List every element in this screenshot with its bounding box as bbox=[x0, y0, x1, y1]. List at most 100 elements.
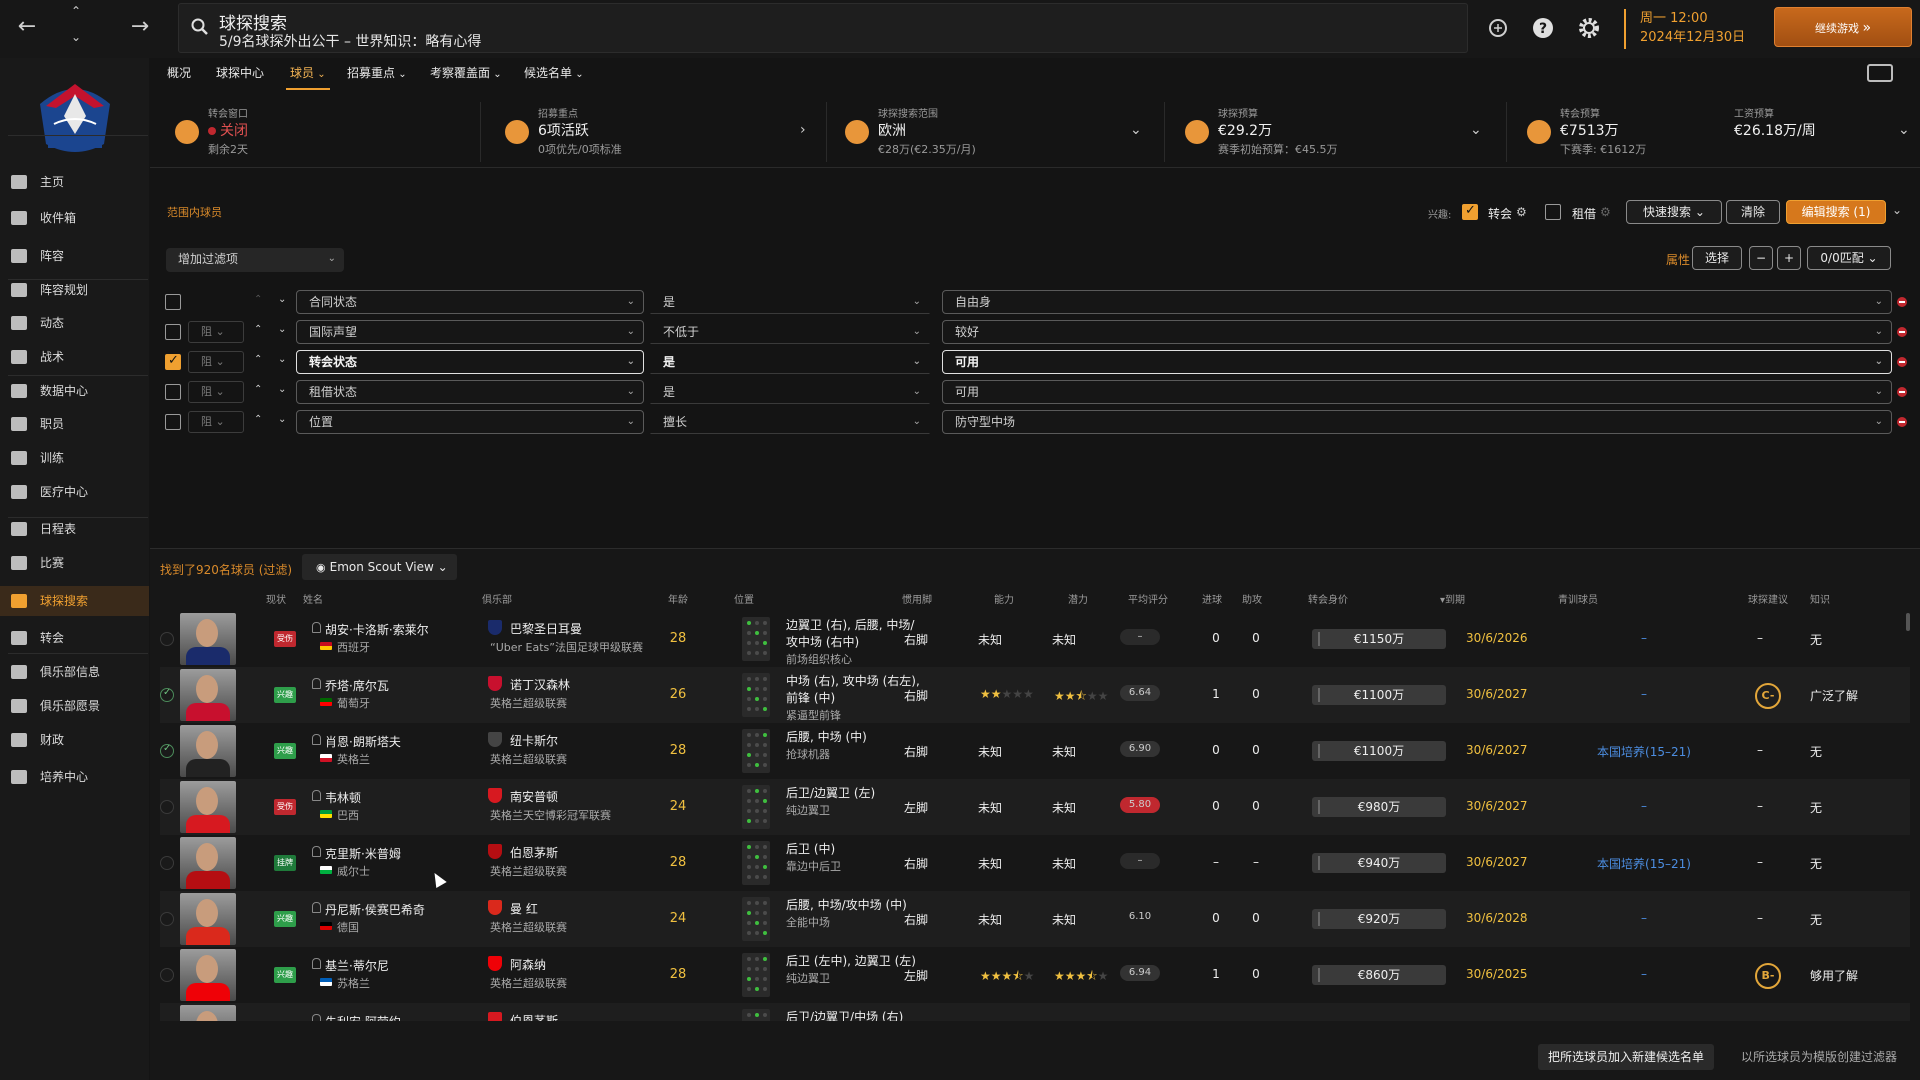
recruitment-focus-card[interactable]: 招募重点 6项活跃 0项优先/0项标准 › bbox=[490, 96, 820, 168]
move-down-icon[interactable]: ⌄ bbox=[278, 414, 286, 425]
add-filter-dropdown[interactable]: 增加过滤项 ⌄ bbox=[166, 248, 344, 272]
col-position[interactable]: 位置 bbox=[734, 591, 754, 606]
remove-filter-icon[interactable] bbox=[1897, 357, 1907, 367]
row-select-checkbox[interactable] bbox=[160, 743, 174, 758]
loan-interest-checkbox[interactable] bbox=[1545, 204, 1561, 220]
filter-field-dropdown[interactable]: 转会状态 ⌄ bbox=[296, 350, 644, 374]
sidebar-item-inbox[interactable]: 收件箱 bbox=[0, 203, 149, 233]
tab-recruitment-focus[interactable]: 招募重点 ⌄ bbox=[347, 64, 407, 86]
add-to-new-shortlist-button[interactable]: 把所选球员加入新建候选名单 bbox=[1538, 1044, 1714, 1070]
filter-field-dropdown[interactable]: 国际声望 ⌄ bbox=[296, 320, 644, 344]
filter-operator-dropdown[interactable]: 擅长 ⌄ bbox=[650, 410, 930, 434]
player-name[interactable]: 胡安·卡洛斯·索莱尔 bbox=[325, 621, 429, 638]
choose-attributes-button[interactable]: 选择 bbox=[1692, 246, 1742, 270]
col-assists[interactable]: 助攻 bbox=[1242, 591, 1262, 606]
move-up-icon[interactable]: ⌃ bbox=[254, 384, 262, 395]
scout-recommendation-badge[interactable]: C- bbox=[1755, 683, 1781, 709]
title-search-bar[interactable]: 球探搜索 5/9名球探外出公干 – 世界知识：略有心得 bbox=[178, 3, 1468, 53]
player-club[interactable]: 伯恩茅斯 bbox=[510, 1012, 558, 1021]
col-name[interactable]: 姓名 bbox=[303, 591, 323, 606]
sidebar-item-home[interactable]: 主页 bbox=[0, 167, 149, 197]
player-club[interactable]: 伯恩茅斯 bbox=[510, 844, 558, 861]
filter-operator-dropdown[interactable]: 不低于 ⌄ bbox=[650, 320, 930, 344]
filter-value-dropdown[interactable]: 可用 ⌄ bbox=[942, 350, 1892, 374]
remove-filter-icon[interactable] bbox=[1897, 297, 1907, 307]
view-selector[interactable]: ◉ Emon Scout View ⌄ bbox=[302, 554, 457, 580]
transfer-budget-card[interactable]: 转会预算 €7513万 下赛季: €1612万 工资预算 €26.18万/周 ⌄ bbox=[1512, 96, 1912, 168]
player-name[interactable]: 基兰·蒂尔尼 bbox=[325, 957, 389, 974]
table-row[interactable]: 受伤 胡安·卡洛斯·索莱尔 西班牙 巴黎圣日耳曼 “Uber Eats”法国足球甲级联赛… bbox=[160, 611, 1910, 667]
filter-row-checkbox[interactable] bbox=[165, 324, 181, 340]
transfer-interest-checkbox[interactable] bbox=[1462, 203, 1478, 220]
filter-row-checkbox[interactable] bbox=[165, 353, 181, 370]
move-down-icon[interactable]: ⌄ bbox=[278, 324, 286, 335]
player-name[interactable]: 肖恩·朗斯塔夫 bbox=[325, 733, 401, 750]
col-club[interactable]: 俱乐部 bbox=[482, 591, 512, 606]
col-age[interactable]: 年龄 bbox=[668, 591, 688, 606]
tab-shortlist[interactable]: 候选名单 ⌄ bbox=[524, 64, 584, 86]
transfer-window-card[interactable]: 转会窗口 关闭 剩余2天 bbox=[160, 96, 480, 168]
filter-field-dropdown[interactable]: 位置 ⌄ bbox=[296, 410, 644, 434]
sidebar-item-development-centre[interactable]: 培养中心 bbox=[0, 762, 149, 792]
move-up-icon[interactable]: ⌃ bbox=[254, 354, 262, 365]
loan-settings-gear-icon[interactable]: ⚙ bbox=[1600, 205, 1611, 219]
and-or-selector[interactable]: 阻 ⌄ bbox=[188, 351, 244, 373]
help-icon[interactable]: ? bbox=[1531, 16, 1555, 40]
sidebar-item-dynamics[interactable]: 动态 bbox=[0, 308, 149, 338]
col-status[interactable]: 现状 bbox=[266, 591, 286, 606]
player-name[interactable]: 韦林顿 bbox=[325, 789, 361, 806]
player-name[interactable]: 丹尼斯·侯赛巴希奇 bbox=[325, 901, 425, 918]
down-icon[interactable]: ⌄ bbox=[68, 30, 84, 46]
player-club[interactable]: 阿森纳 bbox=[510, 956, 546, 973]
sidebar-item-club-vision[interactable]: 俱乐部愿景 bbox=[0, 691, 149, 721]
player-club[interactable]: 曼 红 bbox=[510, 900, 538, 917]
row-select-checkbox[interactable] bbox=[160, 912, 174, 926]
create-filter-from-selected-button[interactable]: 以所选球员为模版创建过滤器 bbox=[1728, 1044, 1910, 1070]
filter-operator-dropdown[interactable]: 是 ⌄ bbox=[650, 350, 930, 374]
sidebar-item-competitions[interactable]: 比赛 bbox=[0, 548, 149, 578]
sidebar-item-medical-centre[interactable]: 医疗中心 bbox=[0, 477, 149, 507]
filter-value-dropdown[interactable]: 自由身 ⌄ bbox=[942, 290, 1892, 314]
filter-value-dropdown[interactable]: 防守型中场 ⌄ bbox=[942, 410, 1892, 434]
move-up-icon[interactable]: ⌃ bbox=[254, 294, 262, 305]
row-select-checkbox[interactable] bbox=[160, 687, 174, 702]
filter-field-dropdown[interactable]: 租借状态 ⌄ bbox=[296, 380, 644, 404]
col-expires[interactable]: ▾到期 bbox=[1440, 591, 1465, 606]
table-row[interactable]: 受伤 韦林顿 巴西 南安普顿 英格兰天空博彩冠军联赛 24 后卫/边翼卫 (左) 纯边翼卫 左脚… bbox=[160, 779, 1910, 835]
forward-icon[interactable]: → bbox=[126, 14, 154, 42]
edit-search-dropdown-icon[interactable]: ⌄ bbox=[1892, 203, 1902, 217]
move-down-icon[interactable]: ⌄ bbox=[278, 384, 286, 395]
scout-recommendation-badge[interactable]: B- bbox=[1755, 963, 1781, 989]
game-date[interactable]: 周一 12:00 2024年12月30日 bbox=[1624, 9, 1754, 49]
col-potential[interactable]: 潜力 bbox=[1068, 591, 1088, 606]
scouting-budget-card[interactable]: 球探预算 €29.2万 赛季初始预算：€45.5万 ⌄ bbox=[1170, 96, 1500, 168]
sidebar-item-finances[interactable]: 财政 bbox=[0, 725, 149, 755]
player-name[interactable]: 乔塔·席尔瓦 bbox=[325, 677, 389, 694]
sidebar-item-tactics[interactable]: 战术 bbox=[0, 342, 149, 372]
scouting-range-card[interactable]: 球探搜索范围 欧洲 €28万(€2.35万/月) ⌄ bbox=[830, 96, 1160, 168]
sidebar-item-squad[interactable]: 阵容 bbox=[0, 241, 149, 271]
filter-row-checkbox[interactable] bbox=[165, 294, 181, 310]
filter-row-checkbox[interactable] bbox=[165, 414, 181, 430]
col-youth[interactable]: 青训球员 bbox=[1558, 591, 1598, 606]
row-select-checkbox[interactable] bbox=[160, 968, 174, 982]
settings-gear-icon[interactable] bbox=[1577, 16, 1601, 40]
transfer-settings-gear-icon[interactable]: ⚙ bbox=[1516, 205, 1527, 219]
col-avg-rating[interactable]: 平均评分 bbox=[1128, 591, 1168, 606]
table-row[interactable]: 兴趣 丹尼斯·侯赛巴希奇 德国曼 红英格兰超级联赛 24 后腰, 中场/攻中场 (中) 全… bbox=[160, 891, 1910, 947]
remove-filter-icon[interactable] bbox=[1897, 417, 1907, 427]
filter-operator-dropdown[interactable]: 是 ⌄ bbox=[650, 290, 930, 314]
filter-field-dropdown[interactable]: 合同状态 ⌄ bbox=[296, 290, 644, 314]
tab-players[interactable]: 球员 ⌄ bbox=[286, 64, 330, 90]
and-or-selector[interactable]: 阻 ⌄ bbox=[188, 411, 244, 433]
and-or-selector[interactable]: 阻 ⌄ bbox=[188, 321, 244, 343]
back-icon[interactable]: ← bbox=[13, 14, 41, 42]
sidebar-item-transfers[interactable]: 转会 bbox=[0, 623, 149, 653]
filter-value-dropdown[interactable]: 较好 ⌄ bbox=[942, 320, 1892, 344]
up-icon[interactable]: ⌃ bbox=[68, 4, 84, 20]
sidebar-item-staff[interactable]: 职员 bbox=[0, 409, 149, 439]
col-value[interactable]: 转会身价 bbox=[1308, 591, 1348, 606]
sidebar-item-data-hub[interactable]: 数据中心 bbox=[0, 376, 149, 406]
table-row[interactable]: 兴趣乔塔·席尔瓦葡萄牙诺丁汉森林英格兰超级联赛26中场 (右), 攻中场 (右左… bbox=[160, 667, 1910, 723]
tab-overview[interactable]: 概况 bbox=[167, 64, 191, 86]
